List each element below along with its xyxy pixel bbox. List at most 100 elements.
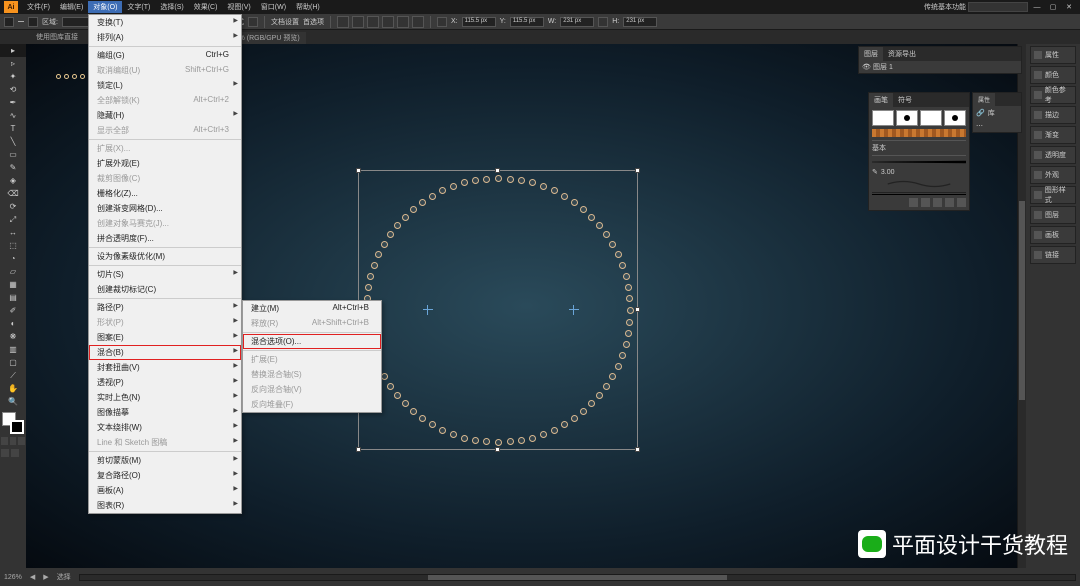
menu-item[interactable]: 锁定(L) (89, 78, 241, 93)
hand-tool[interactable]: ✋ (0, 382, 26, 395)
layers-panel[interactable]: 图层 资源导出 👁 图层 1 (858, 46, 1022, 74)
symbol-sprayer-tool[interactable]: ❋ (0, 330, 26, 343)
menu-window[interactable]: 窗口(W) (256, 1, 291, 13)
lasso-tool[interactable]: ⟲ (0, 83, 26, 96)
slice-tool[interactable]: ⟋ (0, 369, 26, 382)
shaper-tool[interactable]: ◈ (0, 174, 26, 187)
menu-edit[interactable]: 编辑(E) (55, 1, 88, 13)
search-input[interactable] (968, 2, 1028, 12)
menu-item[interactable]: 剪切蒙版(M) (89, 453, 241, 468)
dock-button[interactable]: 颜色参考 (1030, 86, 1076, 104)
width-tool[interactable]: ↔ (0, 226, 26, 239)
color-mode-icon[interactable] (1, 437, 8, 445)
submenu-item[interactable]: 建立(M)Alt+Ctrl+B (243, 301, 381, 316)
menu-item[interactable]: 画板(A) (89, 483, 241, 498)
dock-button[interactable]: 透明度 (1030, 146, 1076, 164)
align-right-icon[interactable] (367, 16, 379, 28)
brush-pattern-row[interactable] (872, 129, 966, 137)
gradient-mode-icon[interactable] (10, 437, 17, 445)
close-button[interactable]: ✕ (1062, 3, 1076, 11)
brush-swatch[interactable] (920, 110, 942, 126)
blend-tool[interactable]: ◐ (0, 317, 26, 330)
resize-handle[interactable] (356, 447, 361, 452)
menu-select[interactable]: 选择(S) (155, 1, 188, 13)
fill-swatch[interactable] (4, 17, 14, 27)
menu-item[interactable]: 创建渐变网格(D)... (89, 201, 241, 216)
none-mode-icon[interactable] (18, 437, 25, 445)
line-tool[interactable]: ╲ (0, 135, 26, 148)
layer-row[interactable]: 👁 图层 1 (859, 61, 1021, 73)
tab-layers[interactable]: 图层 (859, 47, 883, 61)
graph-tool[interactable]: ▥ (0, 343, 26, 356)
menu-item[interactable]: 栅格化(Z)... (89, 186, 241, 201)
dock-button[interactable]: 描边 (1030, 106, 1076, 124)
minimize-button[interactable]: — (1030, 4, 1044, 11)
rectangle-tool[interactable]: ▭ (0, 148, 26, 161)
tab-asset-export[interactable]: 资源导出 (883, 47, 921, 61)
doc-setup-button[interactable]: 文档设置 (271, 17, 299, 27)
resize-handle[interactable] (356, 168, 361, 173)
free-transform-tool[interactable]: ⬚ (0, 239, 26, 252)
draw-mode-icon[interactable] (1, 449, 9, 457)
menu-type[interactable]: 文字(T) (122, 1, 155, 13)
prefs-button[interactable]: 首选项 (303, 17, 324, 27)
menu-item[interactable]: 扩展外观(E) (89, 156, 241, 171)
dock-button[interactable]: 图层 (1030, 206, 1076, 224)
restore-button[interactable]: ▢ (1046, 3, 1060, 11)
magic-wand-tool[interactable]: ✦ (0, 70, 26, 83)
scale-tool[interactable]: ⤢ (0, 213, 26, 226)
workspace-switcher[interactable]: 传统基本功能 (924, 2, 966, 12)
brush-basic-label[interactable]: 基本 (872, 141, 966, 155)
resize-handle[interactable] (495, 447, 500, 452)
overflow-icon[interactable]: ⋯ (976, 122, 983, 130)
submenu-item[interactable]: 混合选项(O)... (243, 334, 381, 349)
menu-item[interactable]: 实时上色(N) (89, 390, 241, 405)
menu-item[interactable]: 编组(G)Ctrl+G (89, 48, 241, 63)
nav-next-icon[interactable]: ▶ (43, 573, 48, 581)
rotate-tool[interactable]: ⟳ (0, 200, 26, 213)
delete-brush-icon[interactable] (957, 198, 966, 207)
tab-properties[interactable]: 属性 (973, 93, 995, 106)
nav-prev-icon[interactable]: ◀ (30, 573, 35, 581)
menu-item[interactable]: 透视(P) (89, 375, 241, 390)
dock-button[interactable]: 渐变 (1030, 126, 1076, 144)
menu-item[interactable]: 隐藏(H) (89, 108, 241, 123)
visibility-icon[interactable]: 👁 (862, 63, 870, 71)
menu-item[interactable]: 图像描摹 (89, 405, 241, 420)
dock-button[interactable]: 图形样式 (1030, 186, 1076, 204)
selection-tool[interactable]: ▸ (0, 44, 26, 57)
menu-item[interactable]: 文本绕排(W) (89, 420, 241, 435)
brush-tool[interactable]: ✎ (0, 161, 26, 174)
dock-button[interactable]: 颜色 (1030, 66, 1076, 84)
menu-item[interactable]: 图表(R) (89, 498, 241, 513)
transform-reference-icon[interactable] (437, 17, 447, 27)
w-input[interactable]: 231 px (560, 17, 594, 27)
brush-wave-preview[interactable] (872, 179, 966, 189)
type-tool[interactable]: T (0, 122, 26, 135)
menu-effect[interactable]: 效果(C) (189, 1, 223, 13)
shape-builder-tool[interactable]: ◔ (0, 252, 26, 265)
dock-button[interactable]: 链接 (1030, 246, 1076, 264)
resize-handle[interactable] (635, 168, 640, 173)
menu-item[interactable]: 封套扭曲(V) (89, 360, 241, 375)
brush-stroke-preview[interactable] (872, 159, 966, 165)
eyedropper-tool[interactable]: ✐ (0, 304, 26, 317)
menu-item[interactable]: 变换(T) (89, 15, 241, 30)
tab-symbols[interactable]: 符号 (893, 93, 917, 107)
new-brush-icon[interactable] (945, 198, 954, 207)
brush-options-icon[interactable] (933, 198, 942, 207)
stroke-swatch[interactable] (28, 17, 38, 27)
mesh-tool[interactable]: ▦ (0, 278, 26, 291)
circle-artwork[interactable] (362, 174, 634, 446)
stroke-weight-value[interactable]: 3.00 (881, 169, 895, 176)
stroke-color-square[interactable] (10, 420, 24, 434)
align-bottom-icon[interactable] (412, 16, 424, 28)
direct-selection-tool[interactable]: ▹ (0, 57, 26, 70)
menu-item[interactable]: 设为像素级优化(M) (89, 249, 241, 264)
perspective-tool[interactable]: ▱ (0, 265, 26, 278)
x-input[interactable]: 115.5 px (462, 17, 496, 27)
fill-stroke-indicator[interactable] (2, 412, 24, 434)
align-top-icon[interactable] (382, 16, 394, 28)
menu-item[interactable]: 路径(P) (89, 300, 241, 315)
horizontal-scrollbar[interactable] (79, 574, 1076, 581)
